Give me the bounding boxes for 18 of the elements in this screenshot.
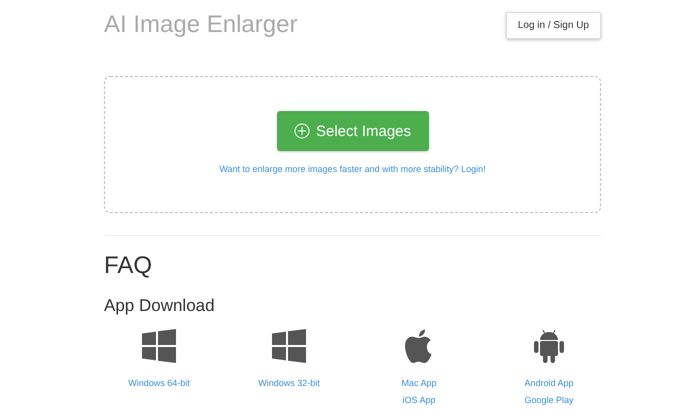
faq-heading: FAQ	[104, 252, 154, 280]
windows-logo-icon[interactable]	[272, 329, 306, 363]
select-images-button[interactable]: Select Images	[276, 111, 428, 151]
plus-circle-icon	[294, 123, 310, 139]
login-button[interactable]: Log in / Sign Up	[506, 12, 601, 38]
download-link[interactable]: Windows 32-bit	[258, 375, 320, 392]
windows-logo-icon[interactable]	[142, 329, 176, 363]
apple-logo-icon[interactable]	[405, 329, 433, 363]
download-link[interactable]: Android App	[524, 375, 574, 392]
download-link[interactable]: Google Play	[524, 392, 574, 409]
app-download-heading: App Download	[104, 296, 216, 316]
download-link[interactable]: Windows 64-bit	[128, 375, 190, 392]
login-prompt-link[interactable]: Want to enlarge more images faster and with more stability? Login!	[219, 164, 486, 174]
download-link[interactable]: Mac App	[401, 375, 437, 392]
download-link[interactable]: iOS App	[402, 392, 436, 409]
page-title: AI Image Enlarger	[104, 11, 298, 39]
upload-area[interactable]: Select Images Want to enlarge more images faster and with more stability? Login!	[104, 76, 601, 213]
android-logo-icon[interactable]	[534, 329, 564, 363]
